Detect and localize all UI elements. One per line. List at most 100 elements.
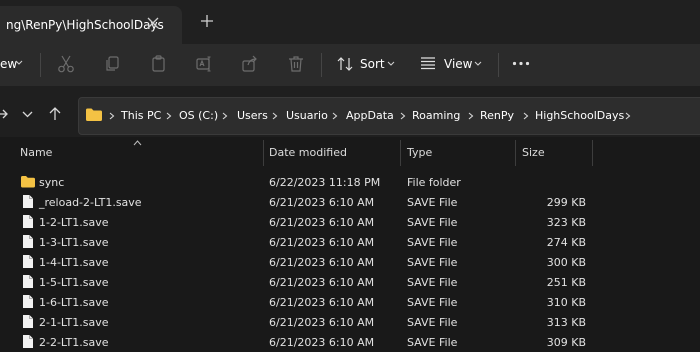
file-row[interactable]: 2-2-LT1.save 6/21/2023 6:10 AM SAVE File 30…: [12, 332, 700, 352]
file-date-modified: 6/21/2023 6:10 AM: [269, 296, 375, 309]
breadcrumb-item[interactable]: Users: [237, 109, 268, 122]
file-date-modified: 6/21/2023 6:10 AM: [269, 216, 375, 229]
file-row[interactable]: 1-2-LT1.save 6/21/2023 6:10 AM SAVE File 32…: [12, 212, 700, 232]
file-row[interactable]: 1-6-LT1.save 6/21/2023 6:10 AM SAVE File 31…: [12, 292, 700, 312]
file-icon: [23, 295, 33, 308]
chevron-down-icon: [15, 60, 23, 65]
file-row[interactable]: 1-3-LT1.save 6/21/2023 6:10 AM SAVE File 27…: [12, 232, 700, 252]
file-name: 1-4-LT1.save: [39, 256, 109, 269]
file-name: 1-5-LT1.save: [39, 276, 109, 289]
breadcrumb-item[interactable]: OS (C:): [179, 109, 218, 122]
file-type: SAVE File: [407, 276, 458, 289]
column-header-name[interactable]: Name: [20, 146, 52, 159]
chevron-right-icon: [109, 112, 115, 120]
file-date-modified: 6/21/2023 6:10 AM: [269, 256, 375, 269]
sort-icon: [337, 57, 353, 71]
file-date-modified: 6/22/2023 11:18 PM: [269, 176, 381, 189]
file-size: 310 KB: [546, 296, 586, 309]
file-row[interactable]: 2-1-LT1.save 6/21/2023 6:10 AM SAVE File 31…: [12, 312, 700, 332]
file-date-modified: 6/21/2023 6:10 AM: [269, 196, 375, 209]
file-icon: [23, 275, 33, 288]
active-tab[interactable]: ng\RenPy\HighSchoolDays: [0, 6, 182, 44]
file-icon: [23, 255, 33, 268]
file-row[interactable]: 1-4-LT1.save 6/21/2023 6:10 AM SAVE File 30…: [12, 252, 700, 272]
sort-button[interactable]: Sort: [360, 57, 385, 71]
file-name: _reload-2-LT1.save: [39, 196, 142, 209]
chevron-right-icon: [332, 112, 338, 120]
file-date-modified: 6/21/2023 6:10 AM: [269, 336, 375, 349]
file-icon: [23, 315, 33, 328]
chevron-right-icon: [166, 112, 172, 120]
up-arrow-icon[interactable]: [49, 107, 61, 121]
file-name: 1-2-LT1.save: [39, 216, 109, 229]
rename-icon[interactable]: [194, 54, 214, 74]
recent-locations-icon[interactable]: [22, 111, 33, 118]
file-row[interactable]: sync 6/22/2023 11:18 PM File folder: [12, 172, 700, 192]
chevron-right-icon: [222, 112, 228, 120]
file-name: 2-2-LT1.save: [39, 336, 109, 349]
file-icon: [23, 335, 33, 348]
file-date-modified: 6/21/2023 6:10 AM: [269, 236, 375, 249]
file-size: 313 KB: [546, 316, 586, 329]
plus-icon[interactable]: [200, 14, 214, 28]
file-type: SAVE File: [407, 216, 458, 229]
breadcrumb-item[interactable]: AppData: [346, 109, 394, 122]
column-separator[interactable]: [592, 140, 593, 166]
sort-ascending-icon: [133, 140, 142, 146]
file-name: 1-3-LT1.save: [39, 236, 109, 249]
breadcrumb-item[interactable]: Usuario: [286, 109, 328, 122]
address-bar[interactable]: This PC OS (C:) Users Usuario AppData Ro…: [78, 97, 700, 135]
chevron-down-icon: [474, 61, 482, 66]
chevron-right-icon: [468, 112, 474, 120]
file-type: SAVE File: [407, 256, 458, 269]
column-separator[interactable]: [263, 140, 264, 166]
view-icon: [421, 57, 435, 70]
share-icon[interactable]: [240, 54, 260, 74]
chevron-down-icon: [387, 61, 395, 66]
file-size: 274 KB: [546, 236, 586, 249]
close-icon[interactable]: [146, 16, 160, 30]
breadcrumb-item[interactable]: RenPy: [480, 109, 514, 122]
chevron-right-icon: [272, 112, 278, 120]
column-header-date-modified[interactable]: Date modified: [269, 146, 347, 159]
file-size: 251 KB: [546, 276, 586, 289]
file-name: 2-1-LT1.save: [39, 316, 109, 329]
tab-title: ng\RenPy\HighSchoolDays: [6, 18, 164, 32]
chevron-right-icon: [523, 112, 529, 120]
file-icon: [23, 235, 33, 248]
file-icon: [23, 195, 33, 208]
file-size: 299 KB: [546, 196, 586, 209]
folder-icon: [86, 108, 102, 121]
copy-icon[interactable]: [103, 54, 123, 74]
file-date-modified: 6/21/2023 6:10 AM: [269, 316, 375, 329]
chevron-right-icon[interactable]: [625, 112, 631, 120]
chevron-right-icon: [400, 112, 406, 120]
file-row[interactable]: _reload-2-LT1.save 6/21/2023 6:10 AM SAVE …: [12, 192, 700, 212]
breadcrumb-item[interactable]: Roaming: [412, 109, 460, 122]
file-type: SAVE File: [407, 316, 458, 329]
delete-icon[interactable]: [286, 54, 306, 74]
file-type: SAVE File: [407, 236, 458, 249]
file-name: sync: [39, 176, 65, 189]
toolbar-divider: [40, 53, 41, 77]
cut-icon[interactable]: [56, 54, 76, 74]
paste-icon[interactable]: [149, 54, 169, 74]
column-separator[interactable]: [515, 140, 516, 166]
file-type: File folder: [407, 176, 461, 189]
breadcrumb-item[interactable]: HighSchoolDays: [535, 109, 624, 122]
command-bar: ew Sort View: [0, 44, 700, 87]
file-size: 309 KB: [546, 336, 586, 349]
file-type: SAVE File: [407, 296, 458, 309]
view-button[interactable]: View: [444, 57, 472, 71]
file-date-modified: 6/21/2023 6:10 AM: [269, 276, 375, 289]
column-separator[interactable]: [400, 140, 401, 166]
file-row[interactable]: 1-5-LT1.save 6/21/2023 6:10 AM SAVE File 25…: [12, 272, 700, 292]
breadcrumb-item[interactable]: This PC: [121, 109, 161, 122]
file-type: SAVE File: [407, 196, 458, 209]
column-header-size[interactable]: Size: [522, 146, 545, 159]
tab-strip: ng\RenPy\HighSchoolDays: [0, 0, 700, 44]
forward-arrow-icon[interactable]: [0, 108, 8, 120]
column-header-type[interactable]: Type: [407, 146, 432, 159]
file-name: 1-6-LT1.save: [39, 296, 109, 309]
more-options-icon[interactable]: [512, 61, 530, 66]
